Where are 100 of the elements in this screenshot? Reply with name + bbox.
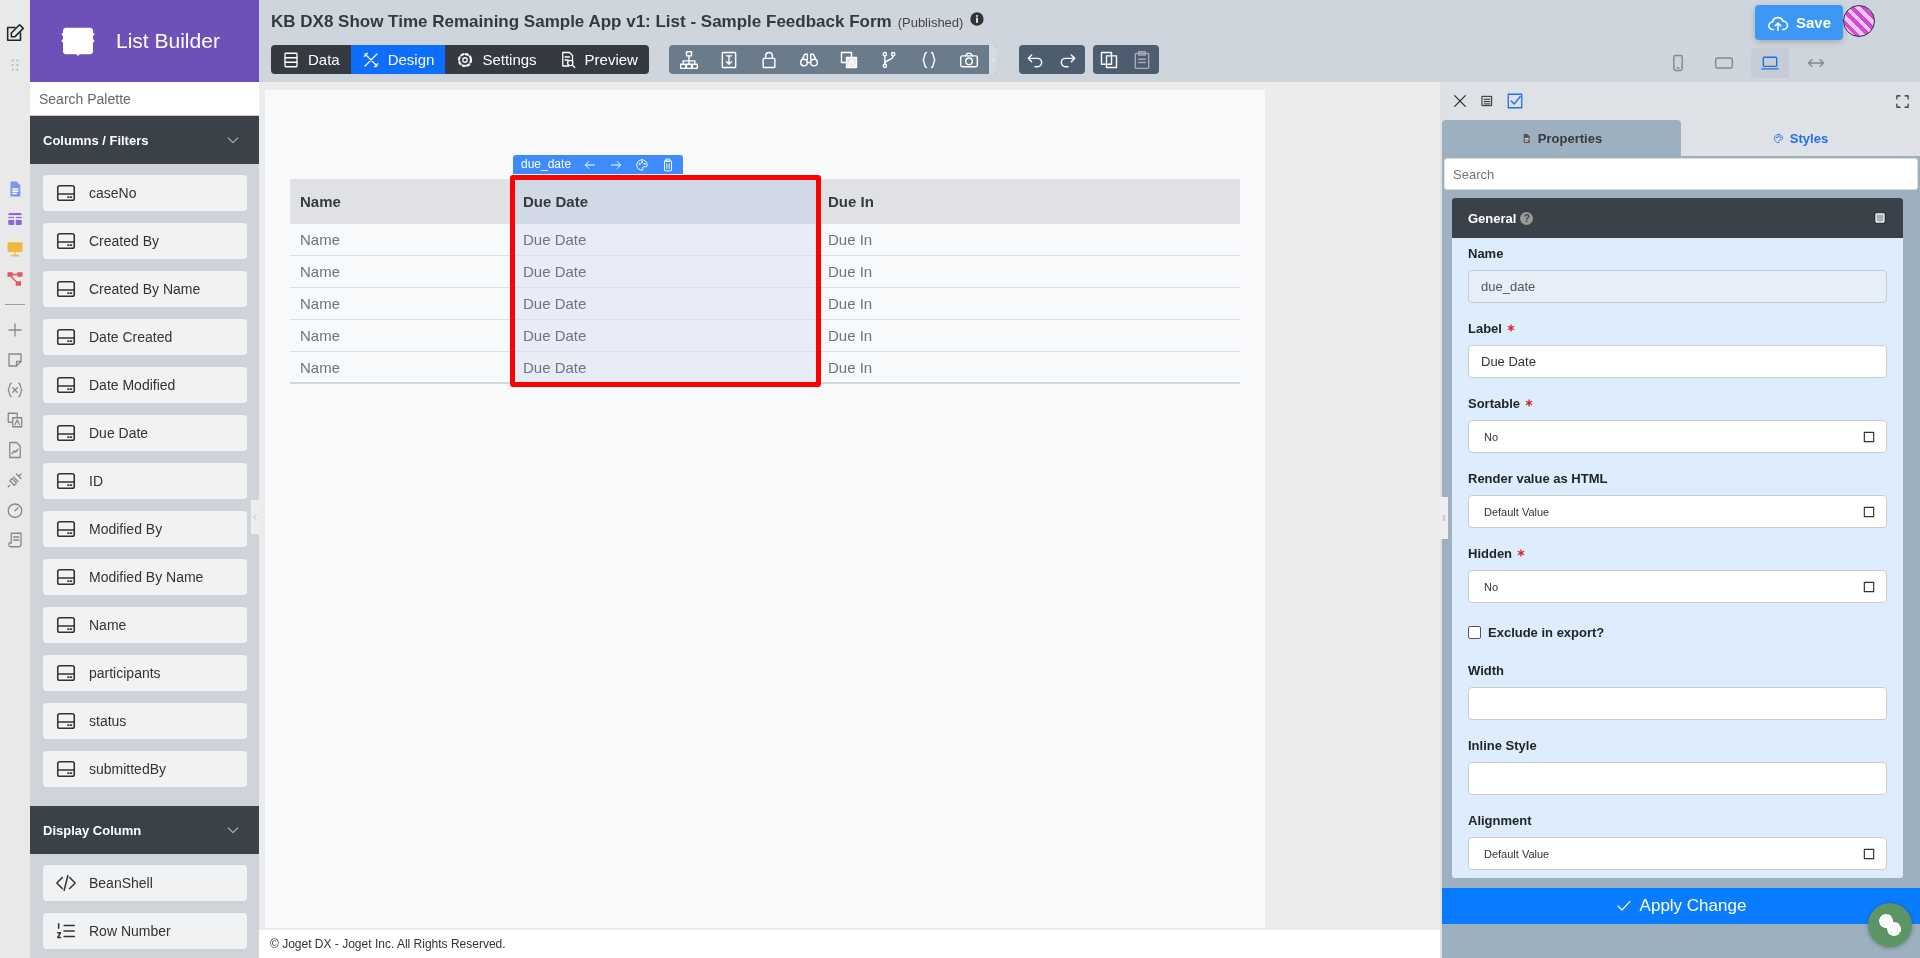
mode-tab[interactable]: Settings xyxy=(445,45,548,74)
scroll-icon[interactable] xyxy=(6,531,24,549)
table-icon[interactable] xyxy=(6,210,24,228)
table-cell: Name xyxy=(290,288,513,320)
table-cell: Name xyxy=(290,256,513,288)
palette-item[interactable]: Due Date xyxy=(43,415,247,451)
mode-tab[interactable]: Design xyxy=(350,45,446,74)
field-label: Label xyxy=(1468,320,1502,336)
column-icon xyxy=(55,326,77,348)
column-header[interactable]: Due In xyxy=(818,179,1240,224)
palette-item[interactable]: Created By Name xyxy=(43,271,247,307)
text-field[interactable]: Due Date xyxy=(1468,345,1887,378)
text-field[interactable] xyxy=(1468,762,1887,795)
section-header[interactable]: Columns / Filters xyxy=(30,116,259,164)
translate-icon[interactable] xyxy=(6,411,24,429)
text-field[interactable] xyxy=(1468,687,1887,720)
field-label: Alignment xyxy=(1468,812,1532,828)
field-label: Width xyxy=(1468,662,1504,678)
dropdown-field[interactable]: No xyxy=(1468,570,1887,603)
fullscreen-icon[interactable] xyxy=(1895,93,1910,109)
column-icon xyxy=(55,518,77,540)
palette-item[interactable]: Date Modified xyxy=(43,367,247,403)
table-cell: Due Date xyxy=(513,288,818,320)
column-icon xyxy=(55,230,77,252)
code-icon xyxy=(55,872,77,894)
column-name-tag: due_date xyxy=(521,155,572,174)
column-header[interactable]: Due Date xyxy=(513,179,818,224)
checkbox-icon[interactable] xyxy=(1506,92,1524,110)
collapse-icon[interactable] xyxy=(1873,211,1887,225)
gear-icon xyxy=(456,50,475,69)
palette-item[interactable]: Row Number xyxy=(43,913,247,949)
chevron-icon[interactable] xyxy=(988,55,997,64)
edit-icon[interactable] xyxy=(4,22,26,44)
palette-item[interactable]: caseNo xyxy=(43,175,247,211)
close-icon[interactable] xyxy=(1452,93,1468,109)
table-cell: Due In xyxy=(818,352,1240,384)
status-label: (Published) xyxy=(897,15,964,30)
variable-icon[interactable] xyxy=(6,381,24,399)
laptop-icon[interactable] xyxy=(1760,53,1780,73)
plus-icon[interactable] xyxy=(6,321,24,339)
column-icon xyxy=(55,422,77,444)
tools-icon xyxy=(361,50,380,69)
table-cell: Due In xyxy=(818,256,1240,288)
column-icon xyxy=(55,566,77,588)
panel-tab[interactable]: Properties xyxy=(1442,120,1681,156)
column-icon xyxy=(55,182,77,204)
mode-tab[interactable]: Preview xyxy=(547,45,649,74)
translate-icon[interactable] xyxy=(838,49,859,70)
palette-icon[interactable] xyxy=(635,157,650,172)
flow-icon[interactable] xyxy=(6,270,24,288)
table-cell: Due Date xyxy=(513,224,818,256)
dropdown-field[interactable]: No xyxy=(1468,420,1887,453)
table-cell: Due Date xyxy=(513,320,818,352)
mode-tab[interactable]: Data xyxy=(271,45,351,74)
palette-item[interactable]: status xyxy=(43,703,247,739)
column-header[interactable]: Name xyxy=(290,179,513,224)
checkbox[interactable] xyxy=(1468,625,1481,639)
dropdown-field[interactable]: Default Value xyxy=(1468,495,1887,528)
palette-item[interactable]: Date Created xyxy=(43,319,247,355)
section-header[interactable]: Display Column xyxy=(30,806,259,854)
dropdown-field[interactable]: Default Value xyxy=(1468,837,1887,870)
table-cell: Name xyxy=(290,352,513,384)
field-label: Inline Style xyxy=(1468,737,1537,753)
gauge-icon[interactable] xyxy=(6,501,24,519)
footer-text: © Joget DX - Joget Inc. All Rights Reserved. xyxy=(270,937,506,951)
palette-item[interactable]: Name xyxy=(43,607,247,643)
resize-handle-icon[interactable] xyxy=(1440,514,1448,522)
palette-item[interactable]: submittedBy xyxy=(43,751,247,787)
required-icon xyxy=(1506,324,1515,332)
palette-item[interactable]: BeanShell xyxy=(43,865,247,901)
help-icon[interactable]: ? xyxy=(1520,211,1534,225)
list-icon xyxy=(282,50,300,69)
image-file-icon[interactable] xyxy=(6,441,24,459)
square-icon xyxy=(1862,504,1876,519)
apply-button[interactable]: Apply Change xyxy=(1442,888,1920,924)
note-icon[interactable] xyxy=(6,351,24,369)
field-label: Render value as HTML xyxy=(1468,470,1608,486)
palette-item[interactable]: Created By xyxy=(43,223,247,259)
table-cell: Due Date xyxy=(513,352,818,384)
palette-item[interactable]: participants xyxy=(43,655,247,691)
section-title: General xyxy=(1468,210,1517,226)
search-field[interactable]: Search xyxy=(1444,158,1918,190)
table-cell: Due In xyxy=(818,288,1240,320)
table-cell: Due In xyxy=(818,224,1240,256)
column-icon xyxy=(55,278,77,300)
checkbox-label: Exclude in export? xyxy=(1488,624,1605,640)
palette-item[interactable]: Modified By xyxy=(43,511,247,547)
palette-item[interactable]: Modified By Name xyxy=(43,559,247,595)
search-field[interactable]: Search Palette xyxy=(30,82,259,116)
page-title: KB DX8 Show Time Remaining Sample App v1: List - Sample Feedback Form xyxy=(271,12,892,32)
sitemap-icon[interactable] xyxy=(678,49,699,70)
form-icon[interactable] xyxy=(1480,94,1494,108)
required-icon xyxy=(1517,549,1526,557)
info-icon[interactable] xyxy=(969,11,986,27)
column-icon xyxy=(55,758,77,780)
copy-icon[interactable] xyxy=(1099,49,1120,70)
palette-item[interactable]: ID xyxy=(43,463,247,499)
palette-icon xyxy=(1772,132,1784,144)
table-cell: Name xyxy=(290,320,513,352)
avatar[interactable] xyxy=(1843,5,1875,37)
